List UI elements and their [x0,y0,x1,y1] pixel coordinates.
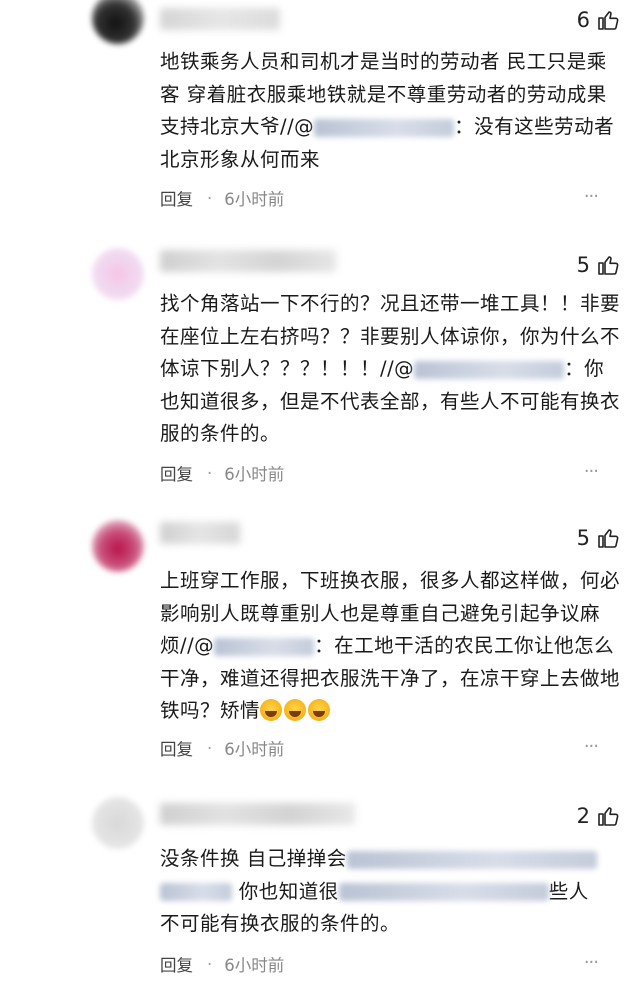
like-button[interactable]: 6 [577,8,620,32]
separator-dot: · [207,463,213,483]
separator-dot: · [207,188,213,208]
username-blurred[interactable] [160,522,240,544]
reply-button[interactable]: 回复 [160,736,193,760]
comment-footer: 回复 · 6小时前 ··· [160,186,620,210]
separator-dot: · [207,738,213,758]
laughing-crying-emoji-icon [260,699,283,721]
like-button[interactable]: 5 [577,253,620,277]
mention-blurred[interactable] [414,360,565,379]
comment-line-2-text: 你也知道很 [238,879,339,903]
like-count: 5 [576,253,590,277]
like-count: 6 [576,8,590,32]
quoted-text-blurred [346,850,597,869]
quoted-text-blurred [338,883,549,901]
thumbs-up-icon [598,11,619,30]
timestamp: 6小时前 [224,465,285,484]
thumbs-up-icon [598,256,619,275]
reply-button[interactable]: 回复 [160,952,193,976]
reply-button[interactable]: 回复 [160,461,193,485]
mention-blurred[interactable] [314,118,455,137]
mention-blurred[interactable] [160,883,232,901]
avatar[interactable] [92,520,144,572]
avatar[interactable] [92,248,144,300]
avatar[interactable] [92,797,144,849]
comment-text: 地铁乘务人员和司机才是当时的劳动者 民工只是乘客 穿着脏衣服乘地铁就是不尊重劳动… [160,46,620,176]
comment-line-3: 不可能有换衣服的条件的。 [160,908,620,941]
thumbs-up-icon [598,529,619,548]
like-button[interactable]: 2 [577,804,620,828]
comment-line-1: 没条件换 自己掸掸会 [160,843,620,876]
reply-button[interactable]: 回复 [160,186,193,210]
comment-line-3-text: 不可能有换衣服的条件的。 [160,912,401,935]
like-count: 2 [576,804,590,828]
comment-text: 上班穿工作服，下班换衣服，很多人都这样做，何必影响别人既尊重别人也是尊重自己避免… [160,565,620,728]
username-blurred[interactable] [160,803,355,825]
more-options-icon[interactable]: ··· [584,461,599,482]
separator-dot: · [207,954,213,974]
timestamp: 6小时前 [224,190,285,209]
comment-footer: 回复 · 6小时前 ··· [160,736,620,760]
thumbs-up-icon [598,807,619,826]
comment-footer: 回复 · 6小时前 ··· [160,461,620,485]
more-options-icon[interactable]: ··· [584,186,599,207]
like-count: 5 [576,526,590,550]
like-button[interactable]: 5 [577,526,620,550]
comment-text: 没条件换 自己掸掸会 你也知道很 些人 不可能有换衣服的条件的。 [160,843,620,941]
username-blurred[interactable] [160,250,336,272]
timestamp: 6小时前 [224,956,285,975]
laughing-crying-emoji-icon [284,699,307,721]
comment-footer: 回复 · 6小时前 ··· [160,952,620,976]
username-blurred[interactable] [160,8,280,30]
more-options-icon[interactable]: ··· [584,736,599,757]
laughing-crying-emoji-icon [308,699,331,721]
mention-blurred[interactable] [214,637,315,656]
comment-line-1-text: 没条件换 自己掸掸会 [160,847,347,870]
comment-text: 找个角落站一下不行的？况且还带一堆工具！！非要在座位上左右挤吗？？非要别人体谅你… [160,288,620,451]
timestamp: 6小时前 [224,740,285,759]
comment-line-2: 你也知道很 些人 [160,876,620,909]
comment-line-2-end: 些人 [548,879,589,903]
more-options-icon[interactable]: ··· [584,952,599,973]
avatar[interactable] [92,0,144,44]
